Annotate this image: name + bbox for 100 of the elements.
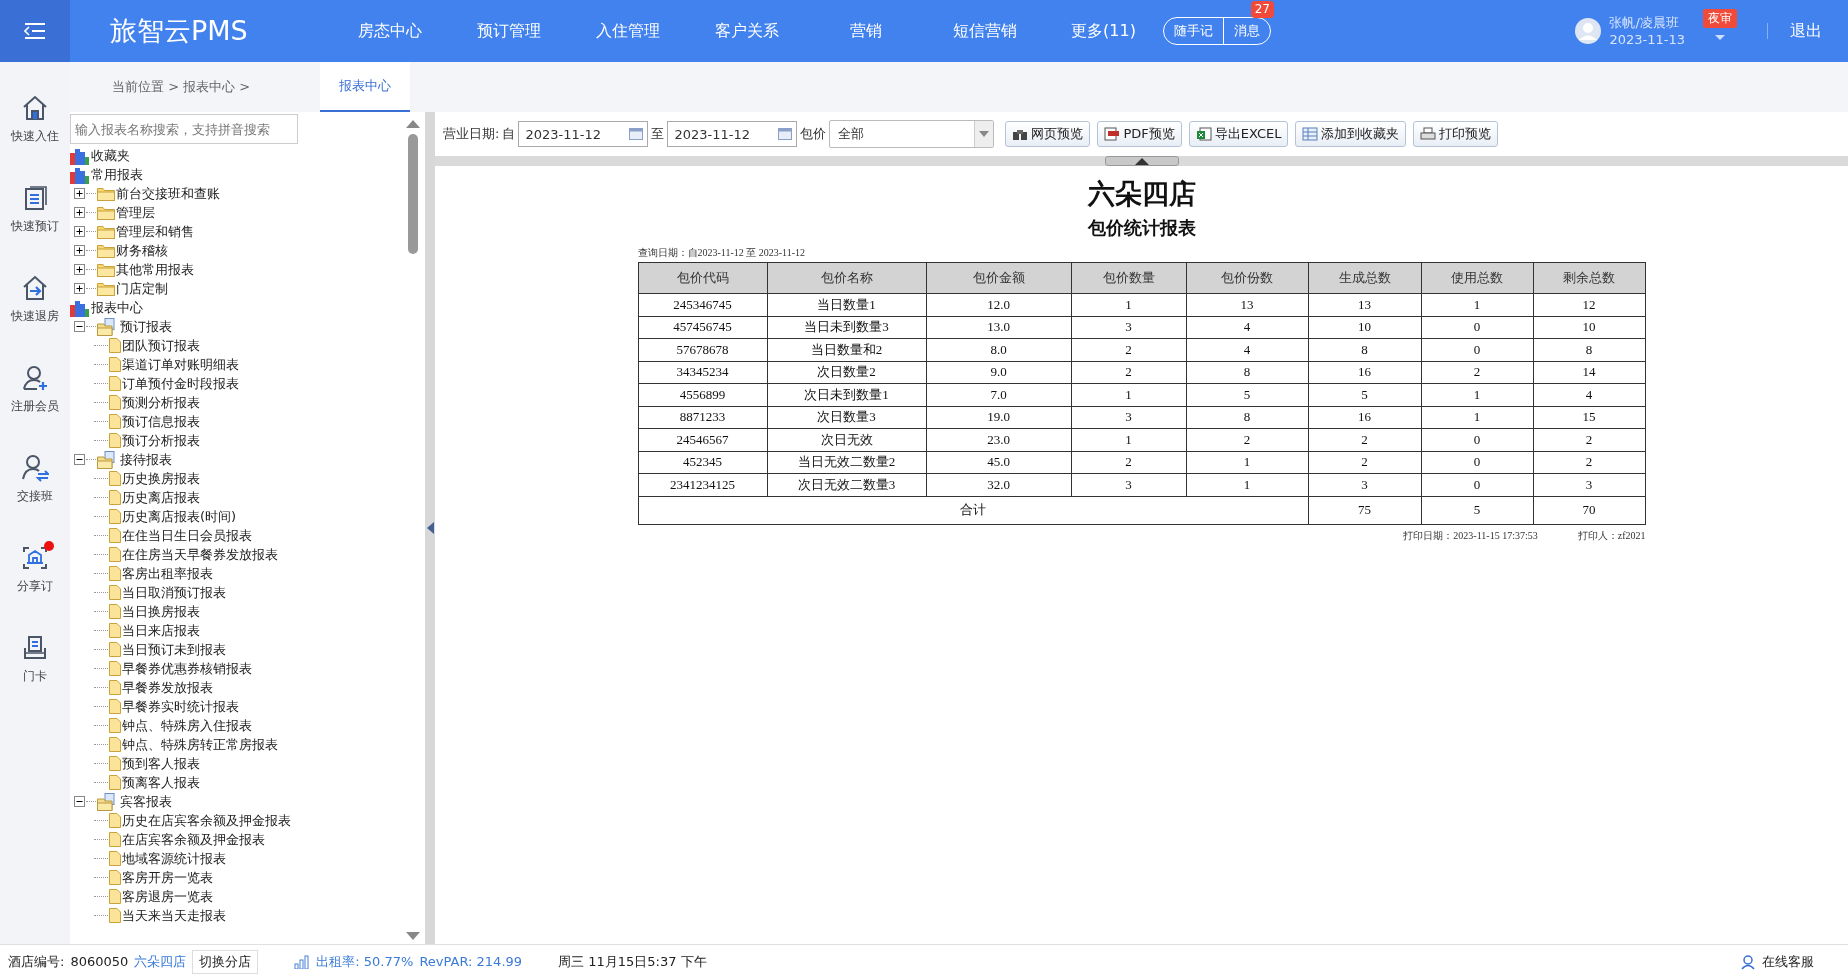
tree-item[interactable]: 接待报表 [70, 450, 405, 469]
tree-item[interactable]: 早餐券实时统计报表 [70, 697, 405, 716]
menu-button[interactable] [0, 0, 70, 62]
pdf-button[interactable]: PDF预览 [1097, 121, 1182, 147]
expander-icon[interactable] [74, 226, 85, 237]
quick-action[interactable]: 快速入住 [0, 94, 70, 184]
expander-icon[interactable] [74, 454, 85, 465]
expander-icon[interactable] [74, 207, 85, 218]
tree-item[interactable]: 预到客人报表 [70, 754, 405, 773]
scroll-down-icon[interactable] [406, 932, 420, 940]
online-support-link[interactable]: 在线客服 [1762, 952, 1814, 971]
table-cell: 4556899 [638, 383, 767, 406]
document-icon [109, 566, 121, 581]
expander-icon[interactable] [74, 264, 85, 275]
tree-item[interactable]: 早餐券发放报表 [70, 678, 405, 697]
tree-item[interactable]: 预离客人报表 [70, 773, 405, 792]
tree-item[interactable]: 地域客源统计报表 [70, 849, 405, 868]
report-search-field[interactable]: 输入报表名称搜索，支持拼音搜索 [70, 114, 298, 144]
tree-item[interactable]: 客房开房一览表 [70, 868, 405, 887]
collapse-toolbar-handle[interactable] [1104, 156, 1179, 166]
web-button[interactable]: 网页预览 [1005, 121, 1091, 147]
table-cell: 57678678 [638, 338, 767, 361]
tree-item[interactable]: 财务稽核 [70, 241, 405, 260]
tree-item[interactable]: 报表中心 [70, 298, 405, 317]
tree-item[interactable]: 历史离店报表(时间) [70, 507, 405, 526]
tree-item[interactable]: 当日来店报表 [70, 621, 405, 640]
end-date-field[interactable]: 2023-11-12 [667, 121, 798, 147]
quick-action[interactable]: 交接班 [0, 454, 70, 544]
tree-item[interactable]: 客房退房一览表 [70, 887, 405, 906]
scroll-thumb[interactable] [408, 134, 418, 254]
dropdown-caret-icon[interactable] [1714, 33, 1726, 42]
to-label: 至 [651, 125, 665, 143]
tree-item[interactable]: 管理层 [70, 203, 405, 222]
excel-button[interactable]: 导出EXCEL [1188, 121, 1289, 147]
table-cell: 452345 [638, 451, 767, 474]
tree-item[interactable]: 钟点、特殊房转正常房报表 [70, 735, 405, 754]
expander-icon[interactable] [74, 283, 85, 294]
tree-item[interactable]: 其他常用报表 [70, 260, 405, 279]
tree-item[interactable]: 当日换房报表 [70, 602, 405, 621]
caret-icon [979, 131, 990, 137]
tree-item[interactable]: 历史离店报表 [70, 488, 405, 507]
tree-item[interactable]: 常用报表 [70, 165, 405, 184]
start-date-field[interactable]: 2023-11-12 [518, 121, 649, 147]
report-tab[interactable]: 报表中心 [320, 62, 410, 112]
tree-item[interactable]: 渠道订单对账明细表 [70, 355, 405, 374]
tree-item[interactable]: 宾客报表 [70, 792, 405, 811]
logout-link[interactable]: 退出 [1790, 20, 1822, 42]
quick-action[interactable]: 注册会员 [0, 364, 70, 454]
hotel-name-link[interactable]: 六朵四店 [134, 952, 187, 971]
table-cell: 1 [1071, 428, 1186, 451]
tree-item[interactable]: 早餐券优惠券核销报表 [70, 659, 405, 678]
expander-icon[interactable] [74, 245, 85, 256]
tree-item[interactable]: 当日取消预订报表 [70, 583, 405, 602]
quick-action[interactable]: 快速预订 [0, 184, 70, 274]
tree-item[interactable]: 订单预付金时段报表 [70, 374, 405, 393]
expander-icon[interactable] [74, 321, 85, 332]
table-cell: 1 [1421, 383, 1533, 406]
tree-item[interactable]: 管理层和销售 [70, 222, 405, 241]
scroll-up-icon[interactable] [406, 120, 420, 128]
tree-item[interactable]: 在住房当天早餐券发放报表 [70, 545, 405, 564]
tree-item[interactable]: 预测分析报表 [70, 393, 405, 412]
print-button[interactable]: 打印预览 [1413, 121, 1499, 147]
nav-link[interactable]: 短信营销 [925, 20, 1044, 42]
nav-link[interactable]: 客户关系 [687, 20, 806, 42]
tree-item[interactable]: 当天来当天走报表 [70, 906, 405, 925]
document-icon [109, 832, 121, 847]
tree-item[interactable]: 当日预订未到报表 [70, 640, 405, 659]
tree-item[interactable]: 收藏夹 [70, 146, 405, 165]
table-cell: 2 [1533, 451, 1645, 474]
document-icon [109, 585, 121, 600]
switch-branch-button[interactable]: 切换分店 [192, 949, 259, 974]
calendar-icon[interactable] [778, 128, 793, 140]
tree-item[interactable]: 门店定制 [70, 279, 405, 298]
nav-link[interactable]: 房态中心 [330, 20, 449, 42]
expander-icon[interactable] [74, 796, 85, 807]
tree-item[interactable]: 历史在店宾客余额及押金报表 [70, 811, 405, 830]
quick-action[interactable]: 门卡 [0, 634, 70, 724]
tree-item[interactable]: 历史换房报表 [70, 469, 405, 488]
nav-link[interactable]: 营销 [806, 20, 925, 42]
package-select[interactable]: 全部 [829, 120, 995, 148]
calendar-icon[interactable] [629, 128, 644, 140]
tree-item[interactable]: 预订报表 [70, 317, 405, 336]
nav-link[interactable]: 预订管理 [449, 20, 568, 42]
tree-item[interactable]: 在店宾客余额及押金报表 [70, 830, 405, 849]
tree-item[interactable]: 预订分析报表 [70, 431, 405, 450]
column-header: 包价名称 [767, 262, 926, 294]
tree-item[interactable]: 客房出租率报表 [70, 564, 405, 583]
tree-item[interactable]: 在住当日生日会员报表 [70, 526, 405, 545]
nav-link[interactable]: 入住管理 [568, 20, 687, 42]
quick-action[interactable]: 分享订 [0, 544, 70, 634]
table-cell: 19.0 [926, 406, 1071, 429]
tree-item[interactable]: 预订信息报表 [70, 412, 405, 431]
nav-link[interactable]: 更多(11) [1044, 20, 1163, 42]
tree-item[interactable]: 团队预订报表 [70, 336, 405, 355]
expander-icon[interactable] [74, 188, 85, 199]
note-button[interactable]: 随手记 [1164, 18, 1223, 44]
favorite-button[interactable]: 添加到收藏夹 [1295, 121, 1407, 147]
quick-action[interactable]: 快速退房 [0, 274, 70, 364]
tree-item[interactable]: 钟点、特殊房入住报表 [70, 716, 405, 735]
tree-item[interactable]: 前台交接班和查账 [70, 184, 405, 203]
